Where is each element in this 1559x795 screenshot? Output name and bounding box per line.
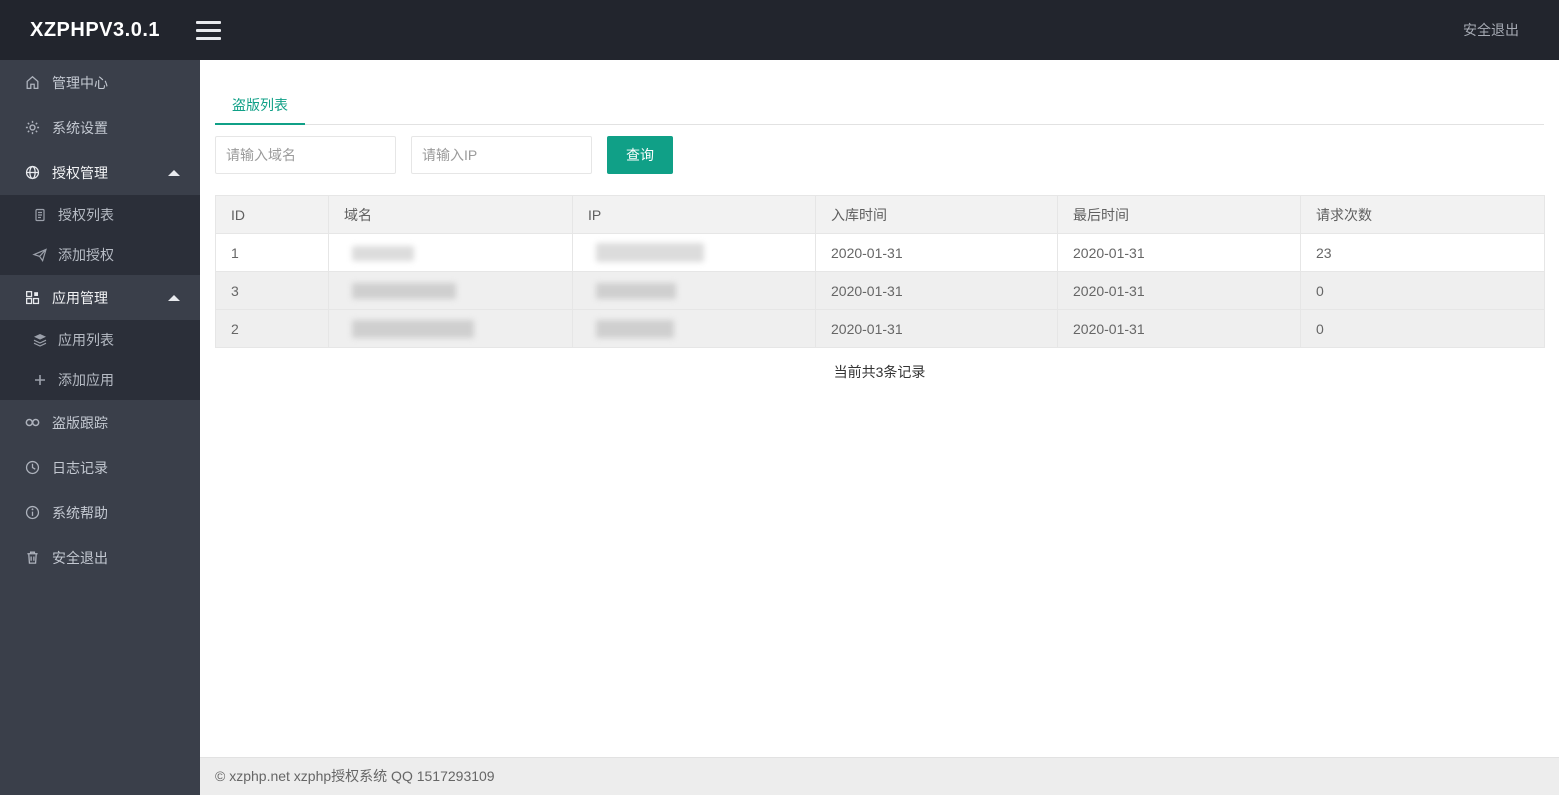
sidebar-group-auth-management[interactable]: 授权管理 [0, 150, 200, 195]
sidebar-item-label: 管理中心 [52, 74, 108, 91]
query-button[interactable]: 查询 [607, 136, 673, 174]
globe-icon [24, 164, 41, 181]
chevron-up-icon [168, 169, 180, 176]
cell-last-time: 2020-01-31 [1057, 309, 1301, 348]
sidebar-item-log-records[interactable]: 日志记录 [0, 445, 200, 490]
column-header-ip: IP [572, 195, 816, 234]
ip-search-input[interactable] [411, 136, 592, 174]
plus-icon [32, 372, 48, 388]
send-icon [32, 247, 48, 263]
redacted-domain-block [352, 319, 474, 338]
column-header-last-time: 最后时间 [1057, 195, 1301, 234]
cell-request-count: 0 [1300, 309, 1545, 348]
column-header-domain: 域名 [328, 195, 573, 234]
layers-icon [32, 332, 48, 348]
cell-id: 3 [215, 271, 329, 310]
trash-icon [24, 549, 41, 566]
gear-icon [24, 119, 41, 136]
redacted-ip-block [596, 319, 674, 338]
redacted-domain-block [352, 245, 414, 261]
chevron-up-icon [168, 294, 180, 301]
cell-id: 1 [215, 233, 329, 272]
redacted-ip-block [596, 243, 704, 262]
sidebar-item-label: 安全退出 [52, 549, 108, 566]
sidebar-item-label: 日志记录 [52, 459, 108, 476]
logout-link[interactable]: 安全退出 [1463, 20, 1519, 40]
cell-domain [328, 271, 573, 310]
cell-entry-time: 2020-01-31 [815, 233, 1058, 272]
sidebar-item-add-app[interactable]: 添加应用 [0, 360, 200, 400]
cell-last-time: 2020-01-31 [1057, 271, 1301, 310]
sidebar-item-safe-exit[interactable]: 安全退出 [0, 535, 200, 580]
sidebar-item-add-auth[interactable]: 添加授权 [0, 235, 200, 275]
submenu-app: 应用列表 添加应用 [0, 320, 200, 400]
sidebar-item-label: 添加授权 [58, 247, 114, 263]
cell-request-count: 0 [1300, 271, 1545, 310]
home-icon [24, 74, 41, 91]
redacted-domain-block [352, 283, 456, 300]
cell-entry-time: 2020-01-31 [815, 271, 1058, 310]
table-row: 1 2020-01-31 2020-01-31 23 [215, 233, 1545, 272]
sidebar-group-label: 应用管理 [52, 289, 108, 306]
cell-ip [572, 271, 816, 310]
clock-icon [24, 459, 41, 476]
infinity-icon [24, 414, 41, 431]
sidebar-item-label: 授权列表 [58, 207, 114, 223]
record-count-summary: 当前共3条记录 [833, 364, 926, 380]
brand-logo: XZPHPV3.0.1 [30, 18, 161, 41]
cell-ip [572, 233, 816, 272]
submenu-auth: 授权列表 添加授权 [0, 195, 200, 275]
sidebar-item-label: 添加应用 [58, 372, 114, 388]
footer-copyright: © xzphp.net xzphp授权系统 QQ 1517293109 [200, 757, 1559, 795]
cell-id: 2 [215, 309, 329, 348]
sidebar-item-system-help[interactable]: 系统帮助 [0, 490, 200, 535]
sidebar-item-label: 应用列表 [58, 332, 114, 348]
cell-request-count: 23 [1300, 233, 1545, 272]
domain-search-input[interactable] [215, 136, 396, 174]
info-icon [24, 504, 41, 521]
search-toolbar: 查询 [215, 136, 1544, 174]
sidebar-item-piracy-tracking[interactable]: 盗版跟踪 [0, 400, 200, 445]
cell-entry-time: 2020-01-31 [815, 309, 1058, 348]
document-icon [32, 207, 48, 223]
sidebar-item-auth-list[interactable]: 授权列表 [0, 195, 200, 235]
sidebar-item-app-list[interactable]: 应用列表 [0, 320, 200, 360]
sidebar-nav: 管理中心 系统设置 授权管理 授权列表 添加授权 应用管理 应用列表 添加应用 … [0, 60, 200, 795]
table-row: 3 2020-01-31 2020-01-31 0 [215, 271, 1545, 310]
top-header: XZPHPV3.0.1 安全退出 [0, 0, 1559, 60]
hamburger-menu-icon[interactable] [196, 20, 222, 40]
sidebar-group-label: 授权管理 [52, 164, 108, 181]
piracy-table: ID 域名 IP 入库时间 最后时间 请求次数 1 2020-01-31 202… [215, 195, 1545, 348]
column-header-request-count: 请求次数 [1300, 195, 1545, 234]
sidebar-item-label: 系统设置 [52, 119, 108, 136]
column-header-id: ID [215, 195, 329, 234]
sidebar-item-system-settings[interactable]: 系统设置 [0, 105, 200, 150]
sidebar-item-admin-center[interactable]: 管理中心 [0, 60, 200, 105]
cell-domain [328, 233, 573, 272]
cell-ip [572, 309, 816, 348]
redacted-ip-block [596, 283, 676, 300]
table-header-row: ID 域名 IP 入库时间 最后时间 请求次数 [215, 195, 1545, 234]
cell-last-time: 2020-01-31 [1057, 233, 1301, 272]
sidebar-item-label: 系统帮助 [52, 504, 108, 521]
sidebar-item-label: 盗版跟踪 [52, 414, 108, 431]
sidebar-group-app-management[interactable]: 应用管理 [0, 275, 200, 320]
column-header-entry-time: 入库时间 [815, 195, 1058, 234]
table-row: 2 2020-01-31 2020-01-31 0 [215, 309, 1545, 348]
cell-domain [328, 309, 573, 348]
tab-piracy-list[interactable]: 盗版列表 [215, 85, 305, 125]
apps-icon [24, 289, 41, 306]
main-content: 盗版列表 查询 ID 域名 IP 入库时间 最后时间 请求次数 1 [200, 60, 1559, 757]
tab-bar: 盗版列表 [215, 85, 1544, 125]
